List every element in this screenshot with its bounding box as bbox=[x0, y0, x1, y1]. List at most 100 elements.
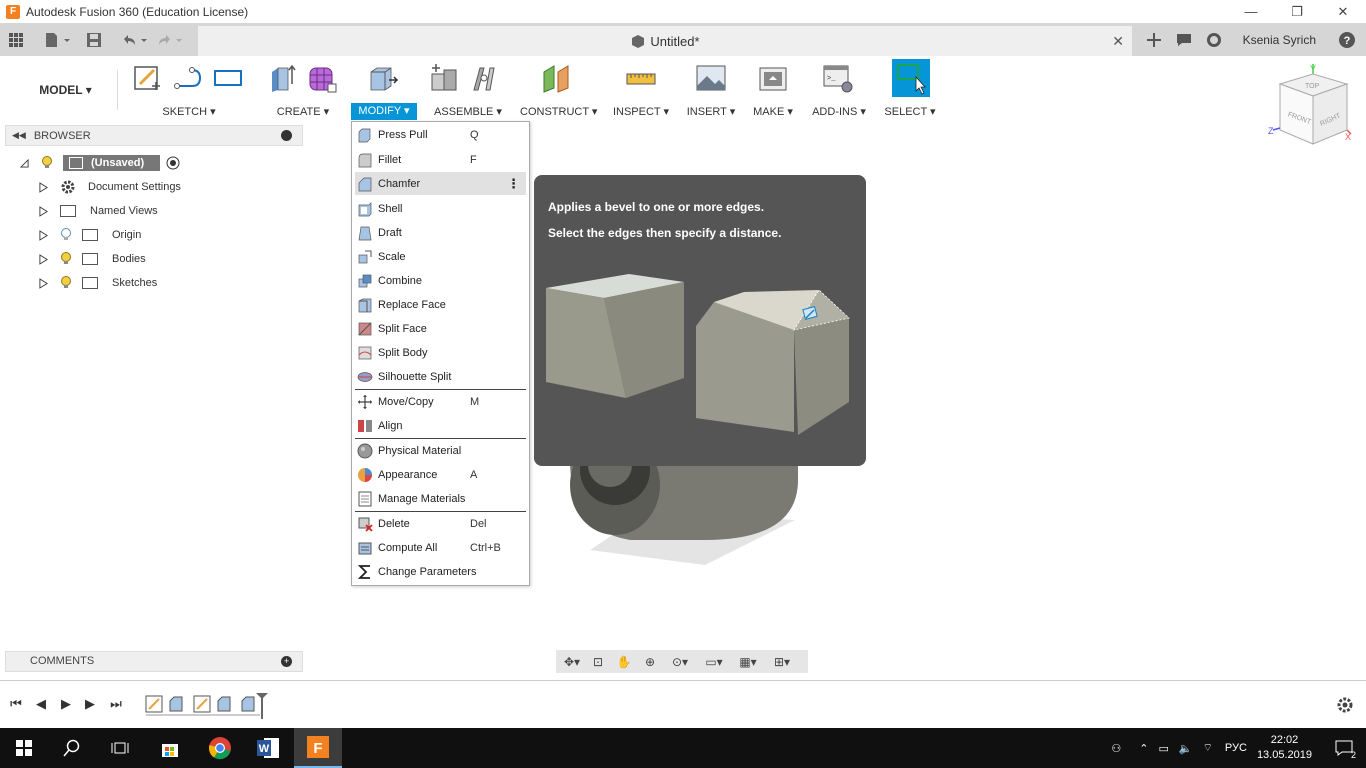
form-icon[interactable] bbox=[306, 62, 338, 94]
menu-item-combine[interactable]: Combine bbox=[352, 269, 529, 292]
comments-panel-header[interactable]: COMMENTS + bbox=[5, 651, 303, 672]
volume-icon[interactable]: 🔈 bbox=[1179, 742, 1193, 755]
timeline-settings-gear-icon[interactable] bbox=[1336, 696, 1354, 714]
store-icon[interactable] bbox=[146, 728, 194, 768]
visibility-bulb-icon[interactable] bbox=[60, 276, 72, 290]
activate-radio-icon[interactable] bbox=[166, 156, 180, 170]
input-language[interactable]: РУС bbox=[1225, 742, 1247, 754]
minimize-button[interactable]: — bbox=[1228, 0, 1274, 23]
new-tab-icon[interactable] bbox=[1141, 27, 1167, 53]
modify-menu[interactable]: MODIFY ▾ bbox=[351, 103, 417, 120]
extrude-icon[interactable] bbox=[266, 62, 298, 94]
joint-icon[interactable] bbox=[468, 62, 500, 94]
browser-item-sketches[interactable]: Sketches bbox=[39, 273, 157, 293]
root-component[interactable]: (Unsaved) bbox=[63, 155, 161, 171]
scripts-icon[interactable]: >_ bbox=[822, 62, 854, 94]
close-button[interactable]: ✕ bbox=[1320, 0, 1366, 23]
rectangle-icon[interactable] bbox=[212, 62, 244, 94]
search-icon[interactable] bbox=[48, 728, 96, 768]
word-icon[interactable]: W bbox=[244, 728, 292, 768]
offset-plane-icon[interactable] bbox=[540, 62, 572, 94]
browser-root[interactable]: (Unsaved) bbox=[20, 153, 180, 173]
menu-item-appearance[interactable]: Appearance A bbox=[352, 463, 529, 486]
collapse-triangle-icon[interactable] bbox=[20, 158, 29, 169]
expand-triangle-icon[interactable] bbox=[39, 205, 48, 217]
fusion360-taskbar-icon[interactable]: F bbox=[294, 728, 342, 768]
visibility-bulb-icon[interactable] bbox=[60, 252, 72, 266]
create-menu[interactable]: CREATE ▾ bbox=[262, 105, 344, 118]
visibility-bulb-icon[interactable] bbox=[41, 156, 53, 170]
browser-item-named-views[interactable]: Named Views bbox=[39, 201, 158, 221]
apps-grid-icon[interactable] bbox=[3, 27, 29, 53]
go-to-end-icon[interactable]: ⏭ bbox=[108, 696, 124, 712]
menu-item-delete[interactable]: Delete Del bbox=[352, 512, 529, 535]
undo-icon[interactable] bbox=[117, 27, 151, 53]
task-view-icon[interactable] bbox=[96, 728, 144, 768]
addins-menu[interactable]: ADD-INS ▾ bbox=[810, 105, 868, 118]
insert-menu[interactable]: INSERT ▾ bbox=[686, 105, 736, 118]
expand-triangle-icon[interactable] bbox=[39, 277, 48, 289]
file-menu-icon[interactable] bbox=[41, 27, 75, 53]
menu-item-physical-material[interactable]: Physical Material bbox=[352, 439, 529, 462]
menu-item-split-face[interactable]: Split Face bbox=[352, 317, 529, 340]
save-icon[interactable] bbox=[81, 27, 107, 53]
document-tab[interactable]: Untitled* ✕ bbox=[198, 26, 1132, 56]
step-back-icon[interactable]: ◀ bbox=[33, 696, 49, 712]
browser-item-origin[interactable]: Origin bbox=[39, 225, 141, 245]
job-status-icon[interactable] bbox=[1201, 27, 1227, 53]
menu-item-chamfer[interactable]: Chamfer ⋮ bbox=[355, 172, 526, 195]
visibility-bulb-off-icon[interactable] bbox=[60, 228, 72, 242]
menu-item-silhouette-split[interactable]: Silhouette Split bbox=[352, 365, 529, 388]
comments-icon[interactable] bbox=[1171, 27, 1197, 53]
network-icon[interactable]: ⌔ bbox=[1203, 741, 1213, 755]
menu-item-shell[interactable]: Shell bbox=[352, 197, 529, 220]
menu-item-manage-materials[interactable]: Manage Materials bbox=[352, 487, 529, 510]
select-icon[interactable] bbox=[892, 59, 930, 97]
select-menu[interactable]: SELECT ▾ bbox=[884, 105, 936, 118]
menu-item-align[interactable]: Align bbox=[352, 414, 529, 437]
browser-item-document-settings[interactable]: Document Settings bbox=[39, 177, 181, 197]
zoom-window-icon[interactable]: ⊙▾ bbox=[666, 653, 694, 671]
press-pull-icon[interactable] bbox=[367, 62, 399, 94]
create-sketch-icon[interactable] bbox=[132, 62, 164, 94]
expand-triangle-icon[interactable] bbox=[39, 229, 48, 241]
browser-panel-header[interactable]: ◀◀ BROWSER bbox=[5, 125, 303, 146]
insert-image-icon[interactable] bbox=[695, 62, 727, 94]
close-tab-button[interactable]: ✕ bbox=[1112, 33, 1124, 50]
viewports-icon[interactable]: ⊞▾ bbox=[768, 653, 796, 671]
browser-item-bodies[interactable]: Bodies bbox=[39, 249, 146, 269]
menu-item-scale[interactable]: Scale bbox=[352, 245, 529, 268]
look-at-icon[interactable]: ⊡ bbox=[588, 653, 608, 671]
menu-item-change-parameters[interactable]: Change Parameters bbox=[352, 560, 529, 583]
orbit-icon[interactable]: ✥▾ bbox=[562, 653, 582, 671]
expand-triangle-icon[interactable] bbox=[39, 181, 48, 193]
clock[interactable]: 22:02 13.05.2019 bbox=[1257, 733, 1312, 763]
menu-item-replace-face[interactable]: Replace Face bbox=[352, 293, 529, 316]
step-forward-icon[interactable]: ▶ bbox=[82, 696, 98, 712]
user-name[interactable]: Ksenia Syrich bbox=[1243, 33, 1316, 47]
show-hidden-icons-icon[interactable]: ⌃ bbox=[1139, 742, 1148, 755]
assemble-menu[interactable]: ASSEMBLE ▾ bbox=[426, 105, 510, 118]
restore-button[interactable]: ❐ bbox=[1274, 0, 1320, 23]
go-to-start-icon[interactable]: ⏮ bbox=[8, 696, 24, 712]
view-cube[interactable]: Y TOP FRONT RIGHT X Z bbox=[1265, 62, 1355, 152]
measure-icon[interactable] bbox=[625, 62, 657, 94]
pan-icon[interactable]: ✋ bbox=[614, 653, 634, 671]
make-menu[interactable]: MAKE ▾ bbox=[750, 105, 796, 118]
redo-icon[interactable] bbox=[153, 27, 187, 53]
construct-menu[interactable]: CONSTRUCT ▾ bbox=[520, 105, 597, 118]
add-comment-icon[interactable]: + bbox=[281, 656, 292, 667]
menu-item-fillet[interactable]: Fillet F bbox=[352, 148, 529, 171]
3d-print-icon[interactable] bbox=[757, 62, 789, 94]
browser-minimize-icon[interactable] bbox=[281, 130, 292, 141]
inspect-menu[interactable]: INSPECT ▾ bbox=[612, 105, 670, 118]
help-icon[interactable]: ? bbox=[1334, 27, 1360, 53]
menu-item-split-body[interactable]: Split Body bbox=[352, 341, 529, 364]
workspace-switcher[interactable]: MODEL ▾ bbox=[14, 70, 118, 110]
menu-item-move-copy[interactable]: Move/Copy M bbox=[352, 390, 529, 413]
grid-settings-icon[interactable]: ▦▾ bbox=[734, 653, 762, 671]
expand-triangle-icon[interactable] bbox=[39, 253, 48, 265]
notifications-icon[interactable]: 2 bbox=[1322, 728, 1366, 768]
play-icon[interactable]: ▶ bbox=[58, 696, 74, 712]
timeline-features[interactable] bbox=[144, 693, 268, 719]
